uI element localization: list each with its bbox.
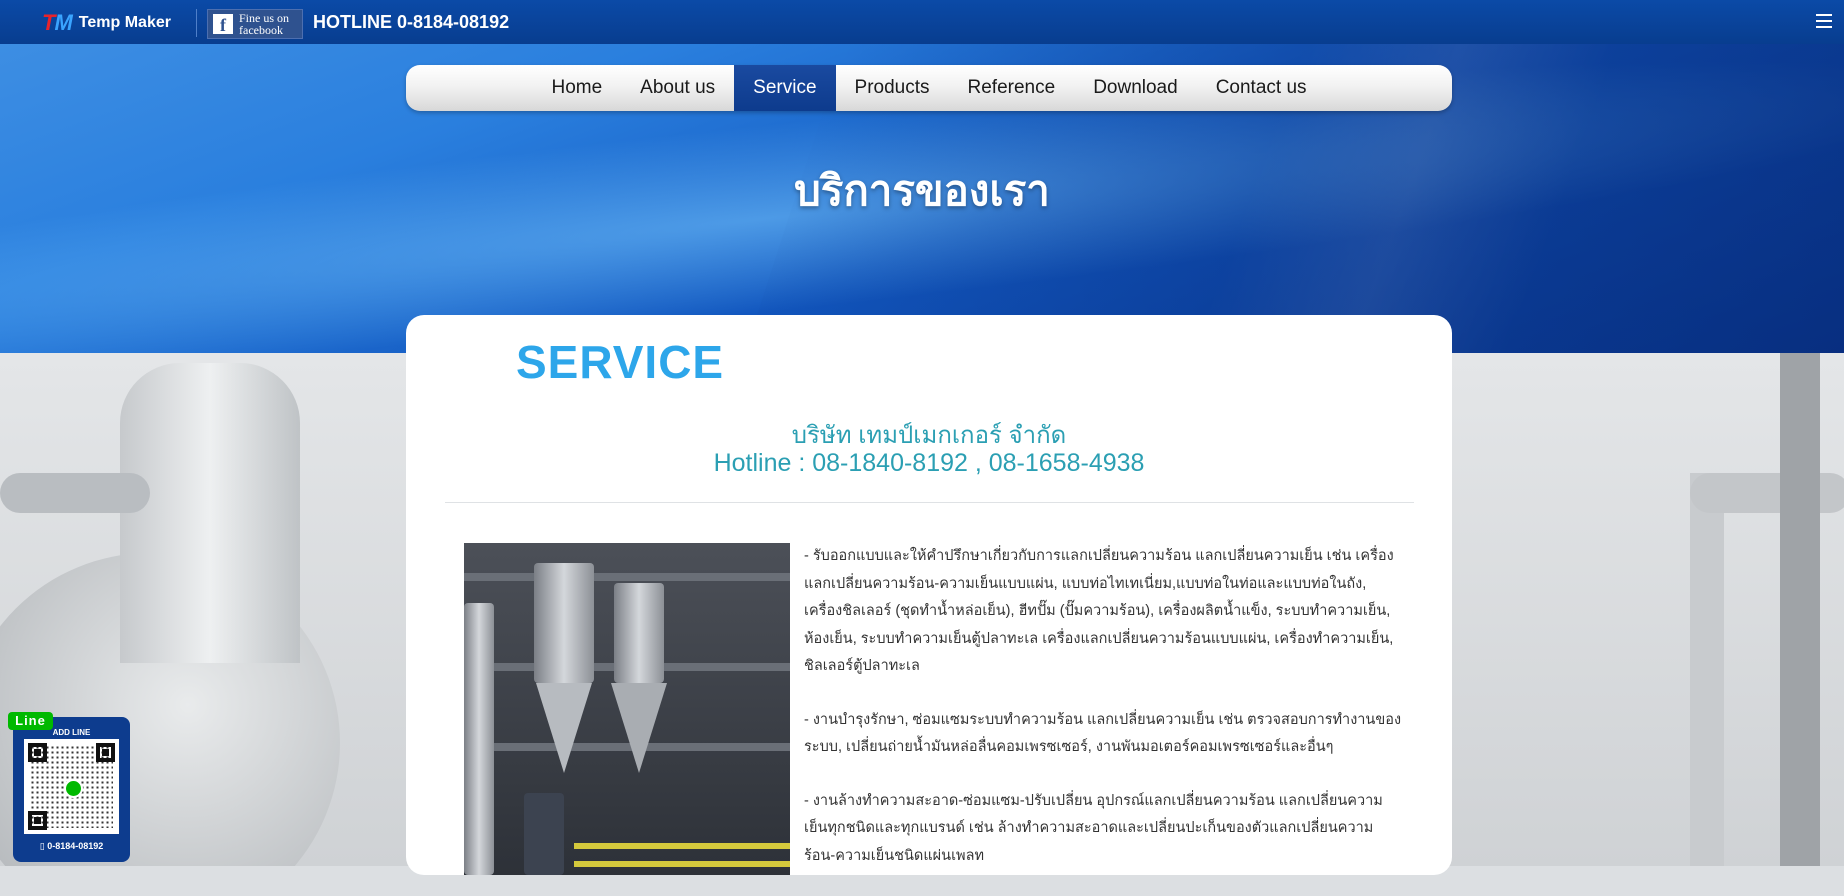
factory-photo <box>464 543 790 875</box>
line-phone: ▯ 0-8184-08192 <box>39 841 104 851</box>
nav-item-about-us[interactable]: About us <box>621 65 734 111</box>
header-hotline: HOTLINE 0-8184-08192 <box>313 12 510 32</box>
logo-mark-t: T <box>42 10 55 35</box>
service-description: - รับออกแบบและให้คำปรึกษาเกี่ยวกับการแลก… <box>804 543 1404 896</box>
section-title: SERVICE <box>516 336 725 388</box>
top-bar: TM Temp Maker f Fine us on facebook HOTL… <box>0 0 1844 45</box>
service-paragraph: - รับออกแบบและให้คำปรึกษาเกี่ยวกับการแลก… <box>804 548 1394 674</box>
line-phone-number: 0-8184-08192 <box>47 841 104 851</box>
page-title: บริการของเรา <box>794 167 1050 214</box>
nav-item-service[interactable]: Service <box>734 65 836 111</box>
logo[interactable]: TM Temp Maker <box>42 10 171 36</box>
logo-mark-m: M <box>54 10 72 35</box>
add-line-label: ADD LINE <box>52 728 91 737</box>
qr-code-icon <box>24 739 119 834</box>
hotline-numbers: Hotline : 08-1840-8192 , 08-1658-4938 <box>713 449 1145 477</box>
nav-item-products[interactable]: Products <box>836 65 949 111</box>
main-nav: Home About us Service Products Reference… <box>406 65 1452 111</box>
facebook-label-line2: facebook <box>239 23 283 37</box>
nav-item-download[interactable]: Download <box>1074 65 1197 111</box>
service-paragraph: - งานบำรุงรักษา, ซ่อมแซมระบบทำความร้อน แ… <box>804 711 1402 756</box>
facebook-icon: f <box>213 14 233 35</box>
line-add-friend-widget[interactable]: Line ADD LINE ▯ 0-8184-08192 <box>8 712 130 862</box>
divider <box>445 502 1414 503</box>
content-card: SERVICE บริษัท เทมป์เมกเกอร์ จำกัด Hotli… <box>406 315 1452 875</box>
logo-text: Temp Maker <box>78 14 171 31</box>
nav-item-home[interactable]: Home <box>532 65 621 111</box>
divider <box>196 9 197 37</box>
nav-item-reference[interactable]: Reference <box>949 65 1075 111</box>
facebook-label: Fine us on facebook <box>239 12 289 36</box>
hamburger-menu-icon[interactable] <box>1816 14 1832 28</box>
logo-mark: TM <box>42 10 73 36</box>
facebook-like-button[interactable]: f Fine us on facebook <box>207 9 303 39</box>
nav-item-contact-us[interactable]: Contact us <box>1197 65 1326 111</box>
service-paragraph: - งานล้างทำความสะอาด-ซ่อมแซม-ปรับเปลี่ยน… <box>804 792 1383 864</box>
